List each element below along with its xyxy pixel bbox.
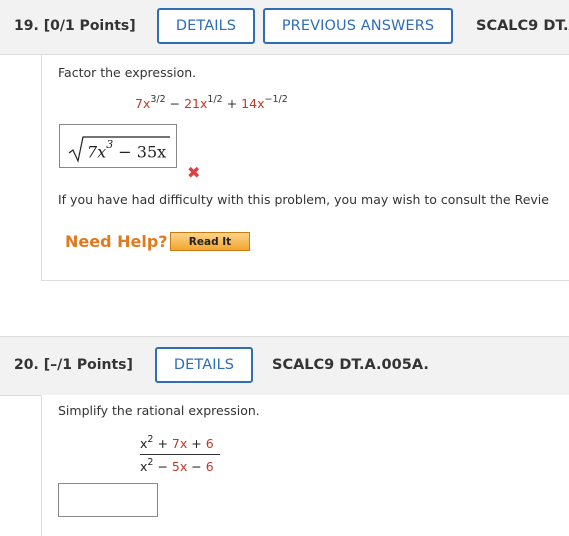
fraction-numerator: x2 + 7x + 6 [140,434,220,452]
question-20-body: Simplify the rational expression. x2 + 7… [41,395,569,536]
question-19-prompt: Factor the expression. [58,65,197,80]
operator: − [157,459,168,475]
answer-20-input[interactable] [58,483,158,517]
question-20-number: 20. [–/1 Points] [14,357,133,373]
question-number: 20. [14,357,39,373]
operator: − [191,459,202,475]
operator: + [191,436,202,452]
radicand-term-2: − 35x [118,142,167,162]
term-1-exponent: 3/2 [150,94,166,105]
fraction-denominator: x2 − 5x − 6 [140,457,220,475]
radicand-exponent: 3 [106,138,114,151]
term-2-exponent: 1/2 [207,94,223,105]
term-2: 21x [184,96,208,112]
previous-answers-button[interactable]: PREVIOUS ANSWERS [263,8,453,44]
numerator-exponent: 2 [147,434,154,445]
answer-19-display[interactable]: 7x3 − 35x [59,124,177,168]
question-19-number: 19. [0/1 Points] [14,18,136,34]
operator: + [157,436,168,452]
question-points: [0/1 Points] [43,18,136,34]
difficulty-hint: If you have had difficulty with this pro… [58,192,549,207]
need-help-label: Need Help? [65,232,168,251]
term-3-exponent: −1/2 [264,94,288,105]
answer-19-value: 7x3 − 35x [87,138,167,162]
numerator-constant: 6 [205,436,214,452]
question-code-19: SCALC9 DT.A [476,18,569,34]
denominator-linear-term: 5x [171,459,188,475]
question-19-header: 19. [0/1 Points] DETAILS PREVIOUS ANSWER… [0,0,569,55]
radicand-term-1: 7x [87,142,107,162]
question-19-body: Factor the expression. 7x3/2 − 21x1/2 + … [41,55,569,281]
rational-expression: x2 + 7x + 6 x2 − 5x − 6 [140,434,220,475]
fraction-bar [140,454,220,456]
read-it-button[interactable]: Read It [170,232,250,251]
question-number: 19. [14,18,39,34]
denominator-constant: 6 [205,459,214,475]
incorrect-icon: ✖ [187,163,201,182]
question-code-20: SCALC9 DT.A.005A. [272,357,429,373]
question-points: [–/1 Points] [43,357,133,373]
question-20-header: 20. [–/1 Points] DETAILS SCALC9 DT.A.005… [0,336,569,396]
details-button-20[interactable]: DETAILS [155,347,253,383]
denominator-exponent: 2 [147,457,154,469]
term-3: 14x [241,96,265,112]
details-button-19[interactable]: DETAILS [157,8,255,44]
question-20-prompt: Simplify the rational expression. [58,403,260,418]
factor-expression: 7x3/2 − 21x1/2 + 14x−1/2 [135,94,288,112]
operator: + [226,96,238,112]
numerator-linear-term: 7x [171,436,188,452]
operator: − [169,96,181,112]
term-1: 7x [135,96,151,112]
